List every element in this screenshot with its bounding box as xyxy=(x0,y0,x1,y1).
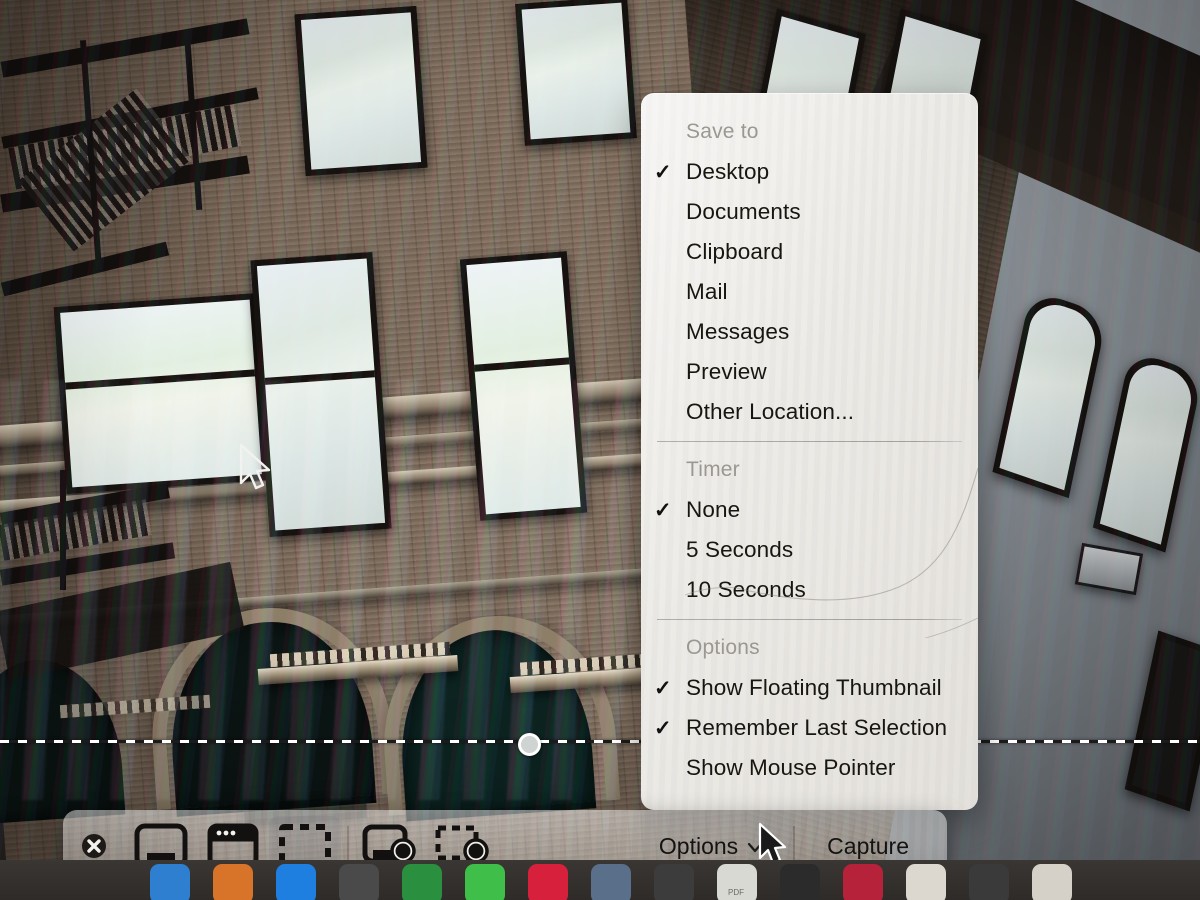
menu-item-show-floating-thumbnail[interactable]: ✓ Show Floating Thumbnail xyxy=(641,668,978,708)
menu-item-preview[interactable]: ✓Preview xyxy=(641,352,978,392)
photo-mouse-pointer-icon xyxy=(239,443,271,490)
menu-item-other-location[interactable]: ✓Other Location... xyxy=(641,392,978,432)
menu-item-label: 10 Seconds xyxy=(686,577,806,602)
checkmark-icon: ✓ xyxy=(654,160,672,184)
menu-section-header: Timer xyxy=(686,458,740,481)
menu-item-label: Show Floating Thumbnail xyxy=(686,675,942,700)
capture-button-label: Capture xyxy=(827,832,909,859)
menu-item-label: Show Mouse Pointer xyxy=(686,755,896,780)
menu-item-label: Mail xyxy=(686,279,728,304)
menu-item-messages[interactable]: ✓Messages xyxy=(641,312,978,352)
dock-item-whatsapp[interactable] xyxy=(465,864,505,900)
dock-item-document-2[interactable] xyxy=(1032,864,1072,900)
menu-item-label: Documents xyxy=(686,199,801,224)
building-window xyxy=(250,252,392,537)
window-glass xyxy=(300,12,422,170)
checkmark-icon: ✓ xyxy=(654,498,672,522)
background-photo xyxy=(0,0,1200,900)
building-window xyxy=(53,293,269,494)
dock-item-music-orange[interactable] xyxy=(213,864,253,900)
dock-item-window-dark[interactable] xyxy=(654,864,694,900)
menu-item-show-mouse-pointer[interactable]: ✓Show Mouse Pointer xyxy=(641,748,978,788)
dock-item-app-store[interactable] xyxy=(276,864,316,900)
window-glass xyxy=(466,257,581,515)
dock-item-music-red[interactable] xyxy=(528,864,568,900)
fire-escape-post xyxy=(60,470,66,590)
menu-item-label: None xyxy=(686,497,741,522)
building-window xyxy=(294,5,428,177)
dock-item-dark-slot[interactable] xyxy=(780,864,820,900)
menu-item-mail[interactable]: ✓Mail xyxy=(641,272,978,312)
menu-item-label: Other Location... xyxy=(686,399,855,424)
menu-item-none[interactable]: ✓ None xyxy=(641,490,978,530)
selection-dashed-border xyxy=(0,740,1200,743)
menu-item-documents[interactable]: ✓Documents xyxy=(641,192,978,232)
dock-item-label: PDF xyxy=(728,888,744,897)
menu-item-label: 5 Seconds xyxy=(686,537,794,562)
options-button-label: Options xyxy=(658,832,739,859)
dock-item-photos[interactable] xyxy=(591,864,631,900)
selection-resize-handle[interactable] xyxy=(518,733,541,756)
checkmark-icon: ✓ xyxy=(654,676,672,700)
menu-item-desktop[interactable]: ✓ Desktop xyxy=(641,152,978,192)
building-window xyxy=(515,0,637,146)
options-menu-body: Save to✓Desktop✓Documents✓Clipboard✓Mail… xyxy=(641,112,978,788)
menu-item-label: Preview xyxy=(686,359,767,384)
menu-item-label: Desktop xyxy=(686,159,770,184)
window-glass xyxy=(60,299,262,488)
options-dropdown-menu[interactable]: Save to✓Desktop✓Documents✓Clipboard✓Mail… xyxy=(641,93,978,810)
dock-item-pdf-document[interactable]: PDF xyxy=(717,864,757,900)
menu-separator xyxy=(657,619,962,620)
dock-item-record-dark[interactable] xyxy=(969,864,1009,900)
window-glass xyxy=(521,2,631,140)
menu-item-label: Messages xyxy=(686,319,790,344)
menu-section-header: Save to xyxy=(686,120,759,143)
menu-item-label: Remember Last Selection xyxy=(686,715,948,740)
dock-item-finder[interactable] xyxy=(150,864,190,900)
dock-item-music-note[interactable] xyxy=(843,864,883,900)
close-icon xyxy=(82,834,106,858)
menu-item-10-seconds[interactable]: ✓10 Seconds xyxy=(641,570,978,610)
dock-item-document-1[interactable] xyxy=(906,864,946,900)
dock[interactable]: PDF xyxy=(0,860,1200,900)
building-window xyxy=(459,251,588,521)
menu-item-remember-last-selection[interactable]: ✓ Remember Last Selection xyxy=(641,708,978,748)
close-button[interactable] xyxy=(63,832,125,860)
menu-item-5-seconds[interactable]: ✓5 Seconds xyxy=(641,530,978,570)
menu-separator xyxy=(657,441,962,442)
dock-item-chrome[interactable] xyxy=(402,864,442,900)
checkmark-icon: ✓ xyxy=(654,716,672,740)
menu-item-label: Clipboard xyxy=(686,239,784,264)
window-glass xyxy=(256,258,386,531)
dock-item-preferences[interactable] xyxy=(339,864,379,900)
menu-item-clipboard[interactable]: ✓Clipboard xyxy=(641,232,978,272)
menu-section-header: Options xyxy=(686,636,760,659)
